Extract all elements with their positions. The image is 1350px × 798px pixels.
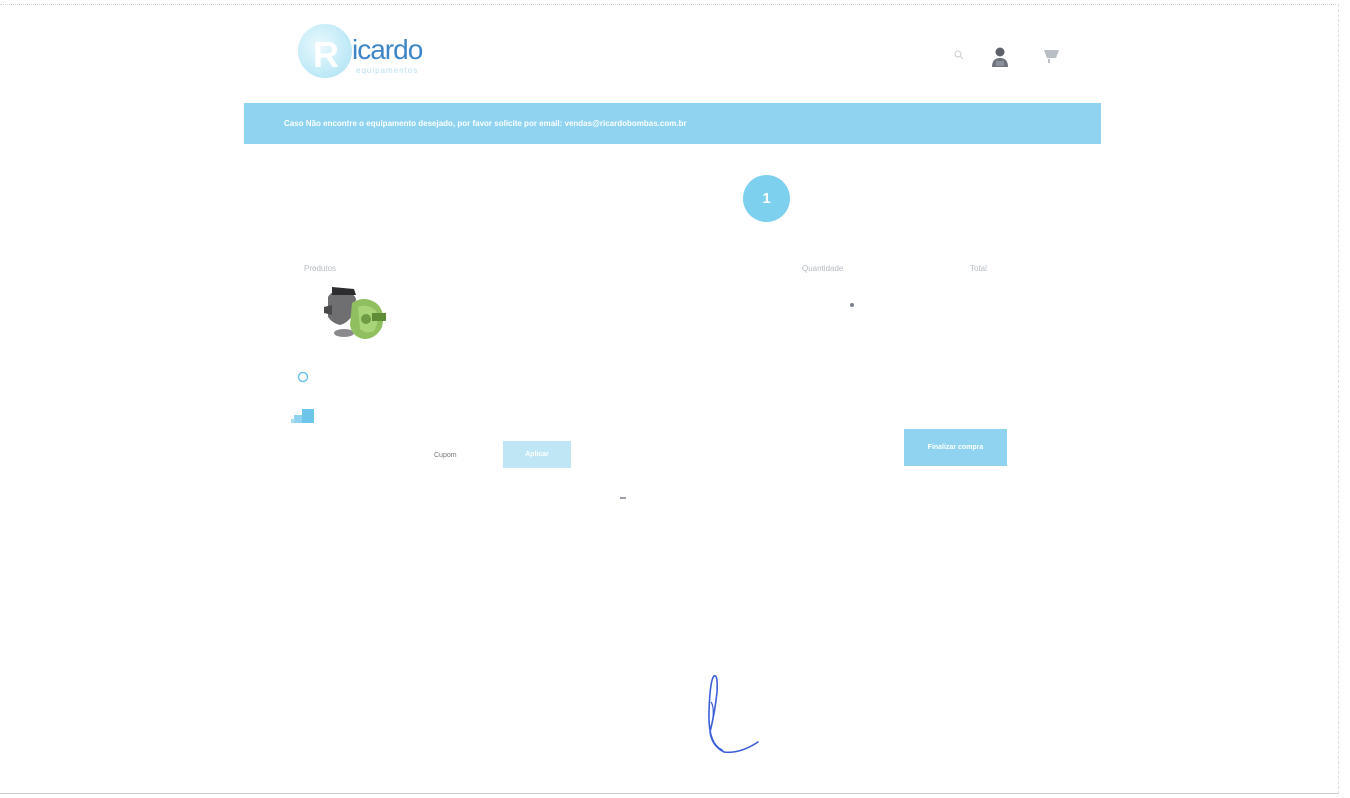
apply-coupon-button[interactable]: Aplicar bbox=[503, 441, 571, 468]
quantity-marker bbox=[850, 303, 854, 307]
column-header-quantity: Quantidade bbox=[802, 264, 844, 273]
logo-wordmark: icardo bbox=[352, 34, 423, 65]
scan-edge-top bbox=[0, 4, 1336, 5]
checkout-button[interactable]: Finalizar compra bbox=[904, 429, 1007, 466]
coupon-input[interactable] bbox=[428, 445, 510, 465]
footnote-mark bbox=[620, 497, 626, 499]
product-image[interactable] bbox=[318, 283, 394, 347]
shipping-truck-icon bbox=[291, 409, 314, 423]
logo-letter: R bbox=[313, 34, 339, 75]
scan-edge-right bbox=[1338, 4, 1339, 794]
notice-banner: Caso Não encontre o equipamento desejado… bbox=[244, 103, 1101, 144]
user-icon[interactable] bbox=[990, 46, 1010, 68]
handwritten-signature bbox=[708, 675, 759, 754]
circle-icon bbox=[297, 371, 309, 383]
logo-tagline: equipamentos bbox=[356, 66, 419, 75]
site-logo[interactable]: R icardo equipamentos bbox=[298, 24, 458, 84]
notice-text: Caso Não encontre o equipamento desejado… bbox=[284, 119, 687, 128]
search-icon[interactable] bbox=[954, 50, 964, 60]
column-header-total: Total bbox=[970, 264, 987, 273]
checkout-step-indicator: 1 bbox=[743, 175, 790, 222]
column-header-product: Produtos bbox=[304, 264, 337, 273]
step-number: 1 bbox=[762, 190, 771, 207]
cart-icon[interactable] bbox=[1043, 48, 1061, 64]
scan-edge-bottom bbox=[0, 793, 1338, 794]
